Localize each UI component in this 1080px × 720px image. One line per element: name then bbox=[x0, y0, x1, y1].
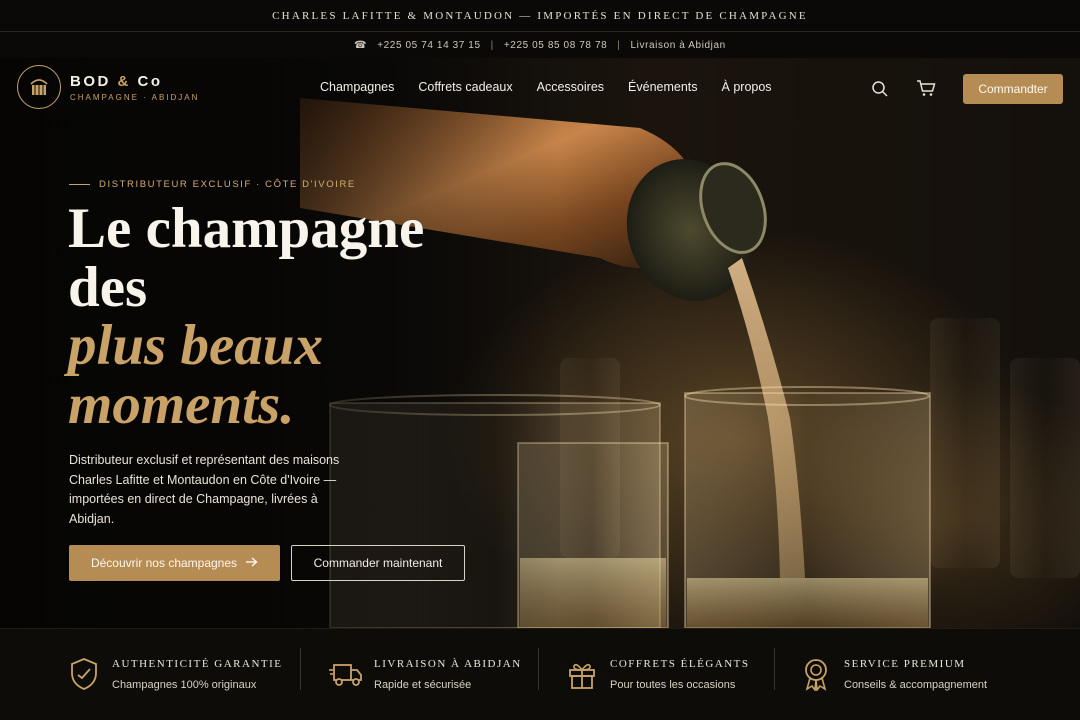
logo[interactable]: BOD & Co CHAMPAGNE · ABIDJAN bbox=[17, 65, 199, 109]
shield-check-icon bbox=[64, 657, 104, 691]
hero-title-highlight: plus beaux bbox=[68, 314, 323, 377]
eyebrow-line bbox=[69, 184, 90, 185]
hero-title-line: des bbox=[68, 255, 148, 319]
feature-delivery: LIVRAISON À ABIDJAN Rapide et sécurisée bbox=[326, 628, 522, 720]
nav-item-accessoires[interactable]: Accessoires bbox=[537, 80, 604, 94]
phone-number-2[interactable]: +225 05 85 08 78 78 bbox=[504, 40, 607, 51]
nav-item-a-propos[interactable]: À propos bbox=[722, 80, 772, 94]
hero-title-highlight: moments. bbox=[68, 372, 295, 436]
order-button[interactable]: Commandter bbox=[963, 74, 1063, 104]
feature-subtitle: Conseils & accompagnement bbox=[844, 678, 988, 691]
separator: | bbox=[490, 39, 494, 51]
phone-number-1[interactable]: +225 05 74 14 37 15 bbox=[377, 40, 480, 51]
site-header: BOD & Co CHAMPAGNE · ABIDJAN Champagnes … bbox=[0, 58, 1080, 120]
divider bbox=[538, 648, 539, 690]
discover-champagnes-button[interactable]: Découvrir nos champagnes bbox=[69, 545, 280, 581]
arrow-right-icon bbox=[246, 556, 258, 570]
hero-eyebrow: DISTRIBUTEUR EXCLUSIF · CÔTE D'IVOIRE bbox=[69, 179, 356, 190]
contact-bar: ☎ +225 05 74 14 37 15 | +225 05 85 08 78… bbox=[0, 32, 1080, 58]
phone-icon: ☎ bbox=[354, 39, 368, 51]
hero-title: Le champagne des plus beaux moments. bbox=[68, 197, 425, 436]
feature-authenticity: AUTHENTICITÉ GARANTIE Champagnes 100% or… bbox=[64, 628, 283, 720]
feature-title: LIVRAISON À ABIDJAN bbox=[374, 657, 522, 670]
nav-item-coffrets[interactable]: Coffrets cadeaux bbox=[418, 80, 512, 94]
logo-badge-icon bbox=[17, 65, 61, 109]
gift-icon bbox=[562, 658, 602, 690]
feature-subtitle: Pour toutes les occasions bbox=[610, 678, 736, 691]
announcement-text: CHARLES LAFITTE & MONTAUDON — IMPORTÉS E… bbox=[272, 9, 808, 22]
feature-title: SERVICE PREMIUM bbox=[844, 657, 966, 670]
feature-gift-boxes: COFFRETS ÉLÉGANTS Pour toutes les occasi… bbox=[562, 628, 750, 720]
hero-description: Distributeur exclusif et représentant de… bbox=[69, 453, 340, 526]
main-nav: Champagnes Coffrets cadeaux Accessoires … bbox=[320, 80, 772, 94]
order-now-button[interactable]: Commander maintenant bbox=[291, 545, 465, 581]
cart-icon[interactable] bbox=[916, 79, 936, 102]
feature-subtitle: Champagnes 100% originaux bbox=[112, 678, 257, 691]
feature-subtitle: Rapide et sécurisée bbox=[374, 678, 472, 691]
delivery-info: Livraison à Abidjan bbox=[630, 39, 726, 51]
separator: | bbox=[617, 39, 621, 51]
delivery-truck-icon bbox=[326, 659, 366, 689]
nav-item-champagnes[interactable]: Champagnes bbox=[320, 80, 394, 94]
divider bbox=[300, 648, 301, 690]
search-icon[interactable] bbox=[871, 80, 889, 103]
award-medal-icon bbox=[796, 657, 836, 691]
nav-item-evenements[interactable]: Événements bbox=[628, 80, 697, 94]
feature-title: COFFRETS ÉLÉGANTS bbox=[610, 657, 750, 670]
eyebrow-text: DISTRIBUTEUR EXCLUSIF · CÔTE D'IVOIRE bbox=[99, 179, 356, 190]
hero-title-line: Le champagne bbox=[68, 197, 425, 260]
announcement-bar: CHARLES LAFITTE & MONTAUDON — IMPORTÉS E… bbox=[0, 0, 1080, 32]
discover-button-label: Découvrir nos champagnes bbox=[90, 556, 238, 570]
feature-title: AUTHENTICITÉ GARANTIE bbox=[112, 657, 283, 670]
brand-name: BOD & Co bbox=[70, 72, 163, 90]
divider bbox=[774, 648, 775, 690]
brand-subtitle: CHAMPAGNE · ABIDJAN bbox=[70, 92, 200, 102]
feature-premium-service: SERVICE PREMIUM Conseils & accompagnemen… bbox=[796, 628, 987, 720]
